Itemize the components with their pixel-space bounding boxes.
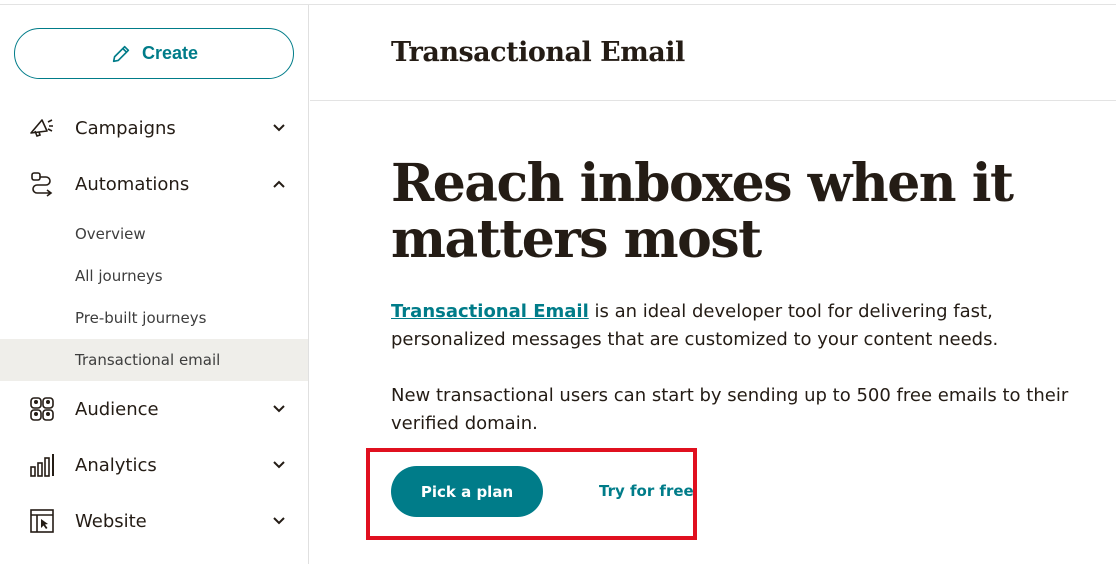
pick-a-plan-button[interactable]: Pick a plan: [391, 466, 543, 517]
sidebar: Create Campaigns Automations Overview Al…: [0, 5, 309, 564]
free-emails-paragraph: New transactional users can start by sen…: [391, 385, 1069, 434]
sidebar-item-label: Website: [75, 510, 147, 532]
chevron-up-icon[interactable]: [271, 176, 287, 192]
sidebar-item-audience[interactable]: Audience: [0, 387, 309, 431]
chevron-down-icon[interactable]: [271, 457, 287, 473]
try-for-free-link[interactable]: Try for free: [599, 482, 694, 500]
analytics-icon: [28, 451, 56, 479]
page-title: Transactional Email: [391, 37, 685, 68]
automations-icon: [28, 170, 56, 198]
subitem-label: Overview: [75, 225, 146, 243]
megaphone-icon: [28, 114, 56, 142]
intro-paragraph: Transactional Email is an ideal develope…: [391, 298, 1091, 354]
chevron-down-icon[interactable]: [271, 513, 287, 529]
sidebar-item-automations[interactable]: Automations: [0, 162, 309, 206]
sidebar-item-label: Analytics: [75, 454, 157, 476]
chevron-down-icon[interactable]: [271, 401, 287, 417]
subitem-label: Pre-built journeys: [75, 309, 207, 327]
sidebar-subitem-pre-built-journeys[interactable]: Pre-built journeys: [0, 297, 308, 339]
create-label: Create: [141, 43, 199, 63]
sidebar-subitem-transactional-email[interactable]: Transactional email: [0, 339, 308, 381]
subitem-label: All journeys: [75, 267, 163, 285]
subitem-label: Transactional email: [75, 351, 221, 369]
hero-title: Reach inboxes when it matters most: [391, 153, 1014, 270]
sidebar-item-website[interactable]: Website: [0, 499, 309, 543]
sidebar-item-label: Audience: [75, 398, 159, 420]
sidebar-item-campaigns[interactable]: Campaigns: [0, 106, 309, 150]
transactional-email-link[interactable]: Transactional Email: [391, 301, 589, 322]
chevron-down-icon[interactable]: [271, 120, 287, 136]
sidebar-subitem-all-journeys[interactable]: All journeys: [0, 255, 308, 297]
sidebar-subitem-overview[interactable]: Overview: [0, 213, 308, 255]
pencil-icon: [112, 45, 130, 62]
page-header: Transactional Email: [310, 5, 1116, 101]
audience-icon: [28, 395, 56, 423]
sidebar-item-label: Campaigns: [75, 117, 176, 139]
create-button[interactable]: Create: [14, 28, 294, 79]
sidebar-item-analytics[interactable]: Analytics: [0, 443, 309, 487]
website-icon: [28, 507, 56, 535]
sidebar-item-label: Automations: [75, 173, 190, 195]
